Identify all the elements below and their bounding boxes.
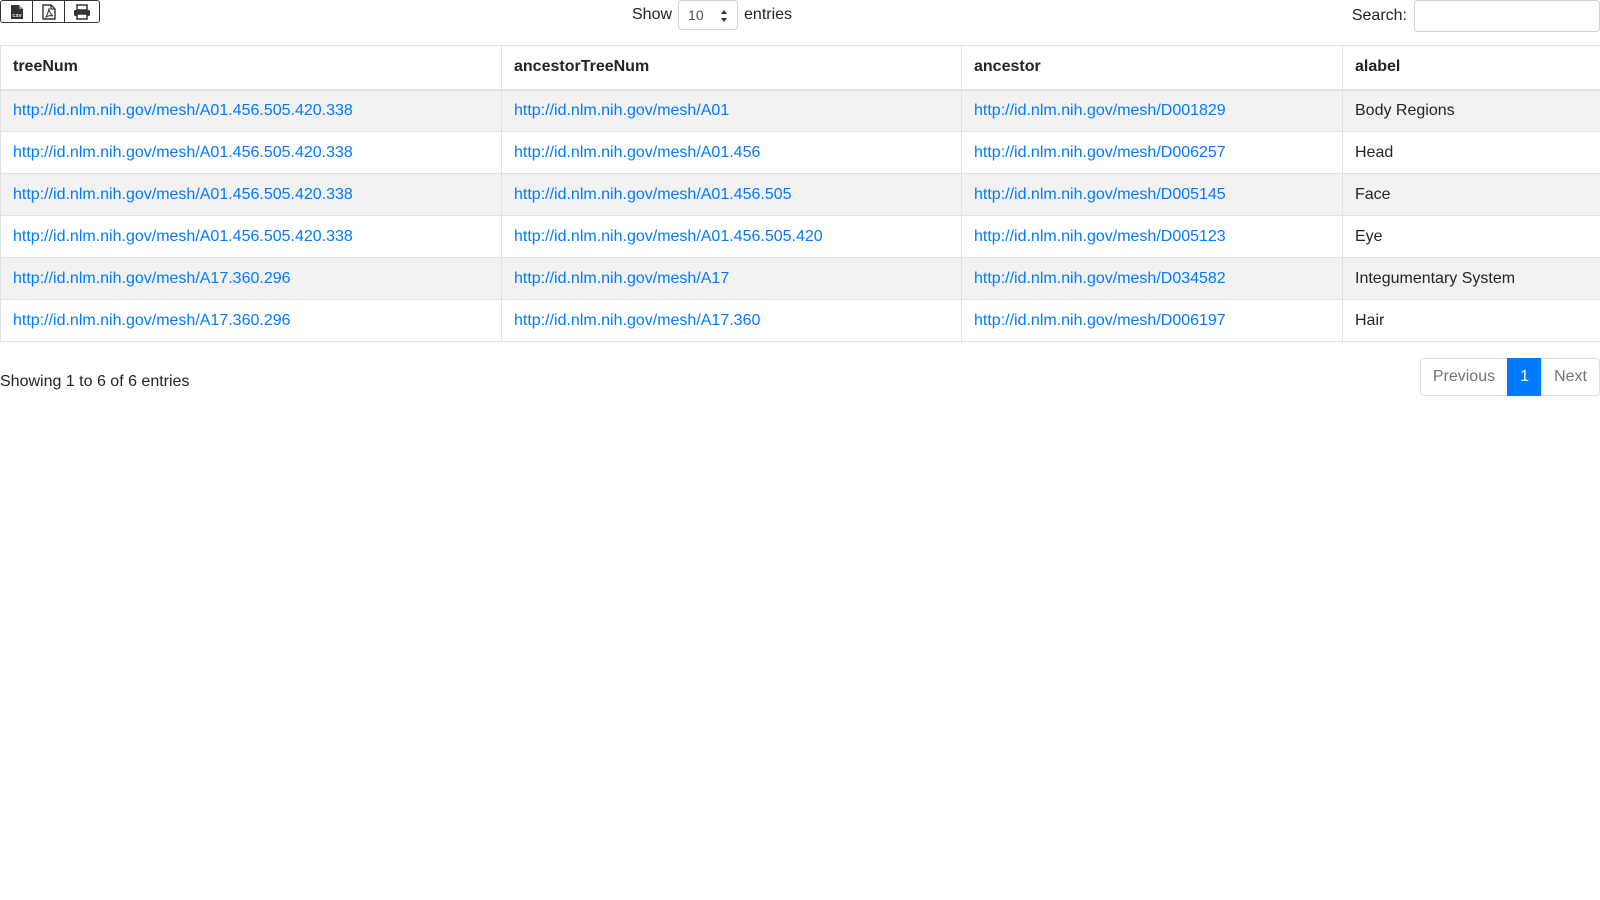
csv-export-button[interactable]: CSV	[1, 1, 33, 22]
table-info: Showing 1 to 6 of 6 entries	[0, 373, 190, 390]
svg-text:CSV: CSV	[12, 13, 21, 18]
column-header-alabel[interactable]: alabel	[1342, 45, 1600, 91]
table-row: http://id.nlm.nih.gov/mesh/A17.360.296 h…	[0, 299, 1600, 342]
column-header-ancestor[interactable]: ancestor	[961, 45, 1343, 91]
search-input[interactable]	[1414, 0, 1600, 32]
treenum-cell: http://id.nlm.nih.gov/mesh/A17.360.296	[0, 257, 502, 300]
print-button[interactable]	[65, 1, 99, 22]
table-row: http://id.nlm.nih.gov/mesh/A17.360.296 h…	[0, 257, 1600, 300]
treenum-link[interactable]: http://id.nlm.nih.gov/mesh/A01.456.505.4…	[13, 102, 353, 119]
treenum-cell: http://id.nlm.nih.gov/mesh/A01.456.505.4…	[0, 89, 502, 132]
table-row: http://id.nlm.nih.gov/mesh/A01.456.505.4…	[0, 215, 1600, 258]
ancestortreenum-link[interactable]: http://id.nlm.nih.gov/mesh/A17.360	[514, 312, 760, 329]
previous-page-button[interactable]: Previous	[1419, 358, 1509, 396]
next-page-button[interactable]: Next	[1541, 358, 1600, 396]
alabel-cell: Body Regions	[1342, 89, 1600, 132]
ancestortreenum-cell: http://id.nlm.nih.gov/mesh/A01.456.505.4…	[501, 215, 962, 258]
pagination: Previous 1 Next	[1419, 358, 1600, 396]
treenum-link[interactable]: http://id.nlm.nih.gov/mesh/A17.360.296	[13, 270, 291, 287]
alabel-cell: Face	[1342, 173, 1600, 216]
ancestortreenum-cell: http://id.nlm.nih.gov/mesh/A01.456	[501, 131, 962, 174]
ancestortreenum-cell: http://id.nlm.nih.gov/mesh/A01.456.505	[501, 173, 962, 216]
column-header-treenum[interactable]: treeNum	[0, 45, 502, 91]
entries-select-value: 10	[688, 7, 704, 23]
pdf-file-icon	[41, 3, 56, 20]
treenum-link[interactable]: http://id.nlm.nih.gov/mesh/A17.360.296	[13, 312, 291, 329]
ancestor-cell: http://id.nlm.nih.gov/mesh/D005123	[961, 215, 1343, 258]
ancestortreenum-cell: http://id.nlm.nih.gov/mesh/A01	[501, 89, 962, 132]
select-arrows-icon	[721, 10, 728, 22]
treenum-link[interactable]: http://id.nlm.nih.gov/mesh/A01.456.505.4…	[13, 144, 353, 161]
ancestortreenum-link[interactable]: http://id.nlm.nih.gov/mesh/A01	[514, 102, 729, 119]
alabel-cell: Eye	[1342, 215, 1600, 258]
ancestor-link[interactable]: http://id.nlm.nih.gov/mesh/D006257	[974, 144, 1226, 161]
entries-length-control: Show 10 entries	[626, 0, 798, 30]
ancestortreenum-link[interactable]: http://id.nlm.nih.gov/mesh/A01.456	[514, 144, 760, 161]
ancestor-cell: http://id.nlm.nih.gov/mesh/D006257	[961, 131, 1343, 174]
ancestortreenum-link[interactable]: http://id.nlm.nih.gov/mesh/A01.456.505.4…	[514, 228, 823, 245]
treenum-cell: http://id.nlm.nih.gov/mesh/A01.456.505.4…	[0, 173, 502, 216]
entries-per-page-select[interactable]: 10	[678, 0, 739, 30]
table-row: http://id.nlm.nih.gov/mesh/A01.456.505.4…	[0, 131, 1600, 174]
table-row: http://id.nlm.nih.gov/mesh/A01.456.505.4…	[0, 89, 1600, 132]
table-row: http://id.nlm.nih.gov/mesh/A01.456.505.4…	[0, 173, 1600, 216]
ancestor-link[interactable]: http://id.nlm.nih.gov/mesh/D034582	[974, 270, 1226, 287]
ancestortreenum-link[interactable]: http://id.nlm.nih.gov/mesh/A01.456.505	[514, 186, 792, 203]
pdf-export-button[interactable]	[33, 1, 65, 22]
entries-label: entries	[744, 6, 793, 23]
alabel-cell: Integumentary System	[1342, 257, 1600, 300]
print-icon	[74, 3, 90, 20]
treenum-cell: http://id.nlm.nih.gov/mesh/A17.360.296	[0, 299, 502, 342]
ancestor-cell: http://id.nlm.nih.gov/mesh/D006197	[961, 299, 1343, 342]
treenum-link[interactable]: http://id.nlm.nih.gov/mesh/A01.456.505.4…	[13, 228, 353, 245]
search-label: Search:	[1351, 7, 1407, 24]
ancestortreenum-link[interactable]: http://id.nlm.nih.gov/mesh/A17	[514, 270, 729, 287]
treenum-cell: http://id.nlm.nih.gov/mesh/A01.456.505.4…	[0, 131, 502, 174]
show-label: Show	[632, 6, 673, 23]
results-table: treeNum ancestorTreeNum ancestor alabel …	[0, 45, 1600, 342]
treenum-link[interactable]: http://id.nlm.nih.gov/mesh/A01.456.505.4…	[13, 186, 353, 203]
csv-file-icon: CSV	[10, 4, 23, 19]
alabel-cell: Head	[1342, 131, 1600, 174]
ancestortreenum-cell: http://id.nlm.nih.gov/mesh/A17	[501, 257, 962, 300]
ancestor-cell: http://id.nlm.nih.gov/mesh/D005145	[961, 173, 1343, 216]
page-1-button[interactable]: 1	[1507, 358, 1543, 396]
search-control: Search:	[1352, 0, 1600, 32]
alabel-cell: Hair	[1342, 299, 1600, 342]
export-button-group: CSV	[0, 0, 100, 23]
ancestor-link[interactable]: http://id.nlm.nih.gov/mesh/D006197	[974, 312, 1226, 329]
page: CSV Show 10 entries Search: treeNum ance…	[0, 0, 1600, 900]
table-header-row: treeNum ancestorTreeNum ancestor alabel	[0, 45, 1600, 91]
ancestor-link[interactable]: http://id.nlm.nih.gov/mesh/D001829	[974, 102, 1226, 119]
ancestortreenum-cell: http://id.nlm.nih.gov/mesh/A17.360	[501, 299, 962, 342]
ancestor-link[interactable]: http://id.nlm.nih.gov/mesh/D005145	[974, 186, 1226, 203]
column-header-ancestortreenum[interactable]: ancestorTreeNum	[501, 45, 962, 91]
ancestor-cell: http://id.nlm.nih.gov/mesh/D001829	[961, 89, 1343, 132]
treenum-cell: http://id.nlm.nih.gov/mesh/A01.456.505.4…	[0, 215, 502, 258]
ancestor-link[interactable]: http://id.nlm.nih.gov/mesh/D005123	[974, 228, 1226, 245]
ancestor-cell: http://id.nlm.nih.gov/mesh/D034582	[961, 257, 1343, 300]
